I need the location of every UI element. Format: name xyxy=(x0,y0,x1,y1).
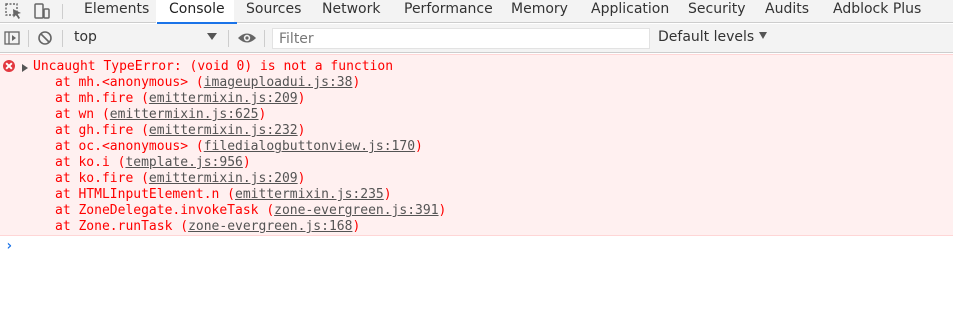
filter-input[interactable] xyxy=(273,29,649,48)
chevron-down-icon xyxy=(207,33,217,40)
tab-network[interactable]: Network xyxy=(322,0,380,23)
tab-application[interactable]: Application xyxy=(591,0,669,23)
tab-performance[interactable]: Performance xyxy=(404,0,493,23)
tab-security[interactable]: Security xyxy=(688,0,746,23)
stack-frame: at ko.fire (emittermixin.js:209) xyxy=(55,171,446,187)
stack-frame-function: at oc.<anonymous> ( xyxy=(55,139,204,154)
source-link[interactable]: filedialogbuttonview.js:170 xyxy=(204,139,415,154)
tab-elements[interactable]: Elements xyxy=(84,0,149,23)
stack-frame-close: ) xyxy=(297,123,306,138)
tab-memory[interactable]: Memory xyxy=(511,0,568,23)
context-selector[interactable]: top xyxy=(66,27,226,49)
tab-audits[interactable]: Audits xyxy=(765,0,809,23)
eye-icon[interactable] xyxy=(237,30,257,46)
stack-frame: at gh.fire (emittermixin.js:232) xyxy=(55,123,446,139)
stack-frame-function: at ZoneDelegate.invokeTask ( xyxy=(55,203,275,218)
source-link[interactable]: zone-evergreen.js:391 xyxy=(274,203,438,218)
context-label: top xyxy=(74,29,97,45)
error-text: Uncaught TypeError: (void 0) is not a fu… xyxy=(33,59,394,74)
stack-frame-close: ) xyxy=(297,91,306,106)
stack-frame: at ko.i (template.js:956) xyxy=(55,155,446,171)
stack-frame: at wn (emittermixin.js:625) xyxy=(55,107,446,123)
stack-frame-function: at Zone.runTask ( xyxy=(55,219,189,234)
tab-sources[interactable]: Sources xyxy=(246,0,301,23)
stack-frame: at HTMLInputElement.n (emittermixin.js:2… xyxy=(55,187,446,203)
stack-frame-function: at wn ( xyxy=(55,107,110,122)
toolbar-separator xyxy=(264,30,265,47)
stack-frame-close: ) xyxy=(352,219,361,234)
source-link[interactable]: zone-evergreen.js:168 xyxy=(188,219,352,234)
stack-frame: at Zone.runTask (zone-evergreen.js:168) xyxy=(55,219,446,235)
console-prompt[interactable]: › xyxy=(5,238,13,254)
stack-frame-function: at ko.i ( xyxy=(55,155,126,170)
toolbar-separator xyxy=(28,30,29,47)
show-sidebar-icon[interactable] xyxy=(4,30,20,46)
devtools-tab-bar: Elements Console Sources Network Perform… xyxy=(0,0,953,24)
stack-frame-function: at mh.<anonymous> ( xyxy=(55,75,204,90)
expand-triangle-icon[interactable] xyxy=(22,64,28,72)
stack-frame-function: at HTMLInputElement.n ( xyxy=(55,187,236,202)
source-link[interactable]: emittermixin.js:209 xyxy=(149,171,298,186)
source-link[interactable]: imageuploadui.js:38 xyxy=(204,75,353,90)
stack-frame-close: ) xyxy=(415,139,423,154)
stack-frame-close: ) xyxy=(352,75,361,90)
source-link[interactable]: template.js:956 xyxy=(125,155,242,170)
stack-frame-close: ) xyxy=(383,187,392,202)
stack-frame-function: at mh.fire ( xyxy=(55,91,149,106)
stack-trace: at mh.<anonymous> (imageuploadui.js:38) a… xyxy=(55,75,446,235)
log-levels-label: Default levels xyxy=(658,29,755,45)
stack-frame-close: ) xyxy=(242,155,251,170)
stack-frame-close: ) xyxy=(297,171,306,186)
stack-frame: at mh.<anonymous> (imageuploadui.js:38) xyxy=(55,75,446,91)
inspect-element-icon[interactable] xyxy=(4,2,24,20)
error-icon xyxy=(3,60,15,72)
tab-divider xyxy=(62,4,63,19)
device-toolbar-icon[interactable] xyxy=(32,2,52,20)
filter-box xyxy=(272,28,650,49)
stack-frame: at ZoneDelegate.invokeTask (zone-evergre… xyxy=(55,203,446,219)
source-link[interactable]: emittermixin.js:209 xyxy=(149,91,298,106)
chevron-down-icon xyxy=(759,32,768,39)
tab-console[interactable]: Console xyxy=(157,0,237,24)
source-link[interactable]: emittermixin.js:235 xyxy=(235,187,384,202)
log-levels-dropdown[interactable]: Default levels xyxy=(658,29,768,45)
source-link[interactable]: emittermixin.js:625 xyxy=(110,107,259,122)
stack-frame-function: at gh.fire ( xyxy=(55,123,149,138)
stack-frame: at mh.fire (emittermixin.js:209) xyxy=(55,91,446,107)
toolbar-separator xyxy=(62,30,63,47)
source-link[interactable]: emittermixin.js:232 xyxy=(149,123,298,138)
console-error-message: Uncaught TypeError: (void 0) is not a fu… xyxy=(0,54,953,236)
stack-frame-close: ) xyxy=(438,203,447,218)
stack-frame: at oc.<anonymous> (filedialogbuttonview.… xyxy=(55,139,446,155)
stack-frame-function: at ko.fire ( xyxy=(55,171,149,186)
console-toolbar: top Default levels xyxy=(0,24,953,53)
toolbar-separator xyxy=(228,30,229,47)
stack-frame-close: ) xyxy=(258,107,267,122)
tab-adblock-plus[interactable]: Adblock Plus xyxy=(833,0,921,23)
clear-console-icon[interactable] xyxy=(37,30,53,46)
